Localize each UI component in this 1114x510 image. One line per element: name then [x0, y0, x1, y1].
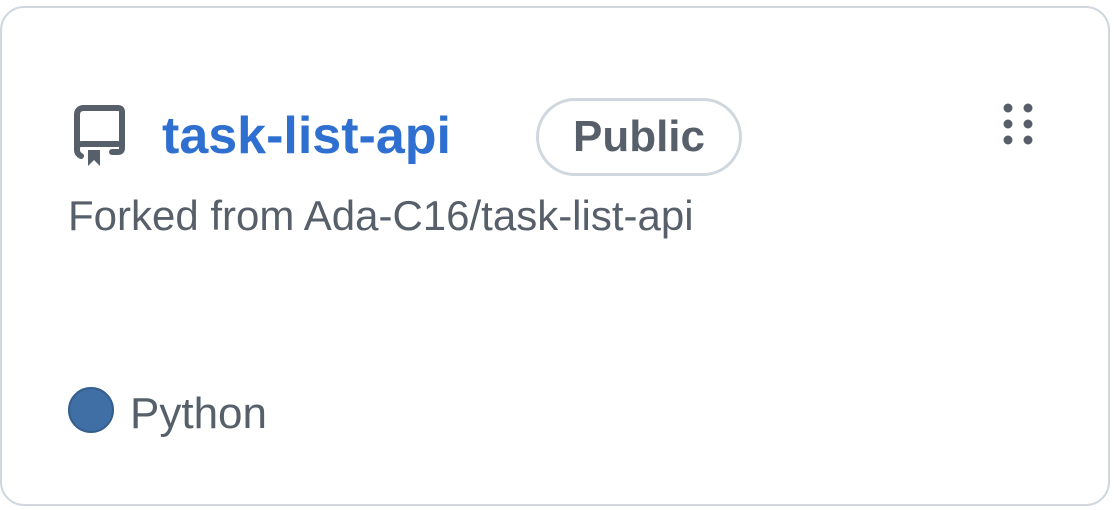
visibility-badge: Public	[536, 98, 742, 176]
repo-card: task-list-api Public Forked from Ada-C16…	[0, 6, 1110, 506]
forked-from-text: Forked from Ada-C16/task-list-api	[68, 192, 694, 239]
language-color-dot	[68, 387, 114, 433]
repo-name-link[interactable]: task-list-api	[162, 104, 451, 168]
language-label: Python	[130, 389, 267, 438]
drag-handle-icon[interactable]	[996, 100, 1040, 152]
repo-icon	[72, 104, 128, 168]
